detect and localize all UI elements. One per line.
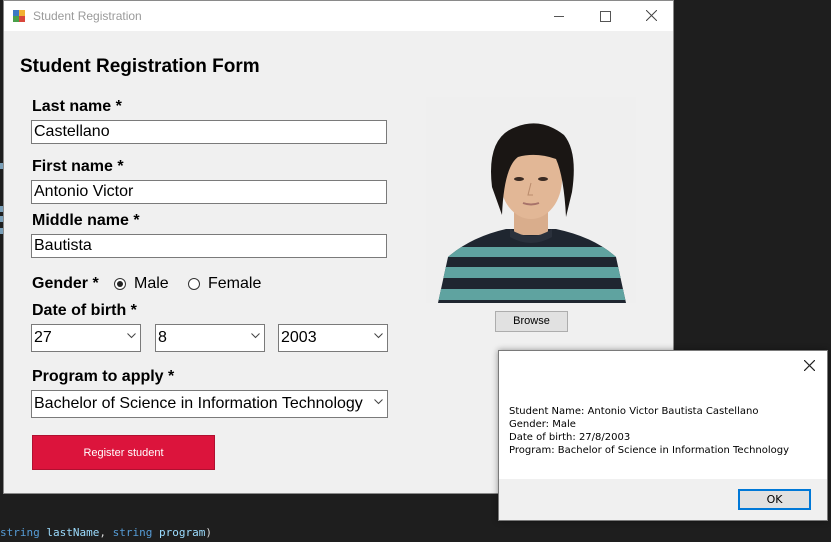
window-title: Student Registration xyxy=(33,9,142,23)
gender-female-label[interactable]: Female xyxy=(208,275,261,293)
message-line: Date of birth: 27/8/2003 xyxy=(509,432,631,443)
gender-label: Gender * xyxy=(32,275,99,292)
dob-month-select[interactable]: 8 xyxy=(155,324,265,352)
chevron-down-icon xyxy=(374,399,383,405)
student-portrait-image xyxy=(426,97,636,303)
dob-day-value: 27 xyxy=(34,329,52,346)
app-icon xyxy=(13,10,25,22)
last-name-input[interactable]: Castellano xyxy=(31,120,387,144)
chevron-down-icon xyxy=(251,333,260,339)
close-icon[interactable] xyxy=(804,360,815,371)
message-line: Gender: Male xyxy=(509,419,576,430)
title-bar[interactable]: Student Registration xyxy=(4,1,673,31)
close-button[interactable] xyxy=(628,1,674,31)
message-text: Student Name: Antonio Victor Bautista Ca… xyxy=(509,405,789,457)
gender-male-radio[interactable] xyxy=(114,278,126,290)
browse-button[interactable]: Browse xyxy=(495,311,568,332)
register-student-button[interactable]: Register student xyxy=(32,435,215,470)
middle-name-label: Middle name * xyxy=(32,212,140,229)
middle-name-input[interactable]: Bautista xyxy=(31,234,387,258)
gender-male-label[interactable]: Male xyxy=(134,275,169,293)
dob-label: Date of birth * xyxy=(32,302,137,319)
program-value: Bachelor of Science in Information Techn… xyxy=(34,395,363,412)
dob-year-value: 2003 xyxy=(281,329,317,346)
student-photo xyxy=(426,97,636,303)
message-line: Program: Bachelor of Science in Informat… xyxy=(509,445,790,456)
first-name-label: First name * xyxy=(32,158,124,175)
chevron-down-icon xyxy=(127,333,136,339)
dob-day-select[interactable]: 27 xyxy=(31,324,141,352)
gender-female-radio[interactable] xyxy=(188,278,200,290)
maximize-button[interactable] xyxy=(582,1,628,31)
code-line: string lastName, string program) xyxy=(0,526,212,539)
form-title: Student Registration Form xyxy=(20,56,260,77)
program-select[interactable]: Bachelor of Science in Information Techn… xyxy=(31,390,388,418)
close-icon xyxy=(646,10,657,21)
message-box-dialog: Student Name: Antonio Victor Bautista Ca… xyxy=(498,350,828,521)
first-name-input[interactable]: Antonio Victor xyxy=(31,180,387,204)
dob-year-select[interactable]: 2003 xyxy=(278,324,388,352)
message-line: Student Name: Antonio Victor Bautista Ca… xyxy=(509,406,759,417)
minimize-button[interactable] xyxy=(536,1,582,31)
program-label: Program to apply * xyxy=(32,368,175,385)
chevron-down-icon xyxy=(374,333,383,339)
ok-button[interactable]: OK xyxy=(738,489,811,510)
last-name-label: Last name * xyxy=(32,98,122,115)
dob-month-value: 8 xyxy=(158,329,167,346)
